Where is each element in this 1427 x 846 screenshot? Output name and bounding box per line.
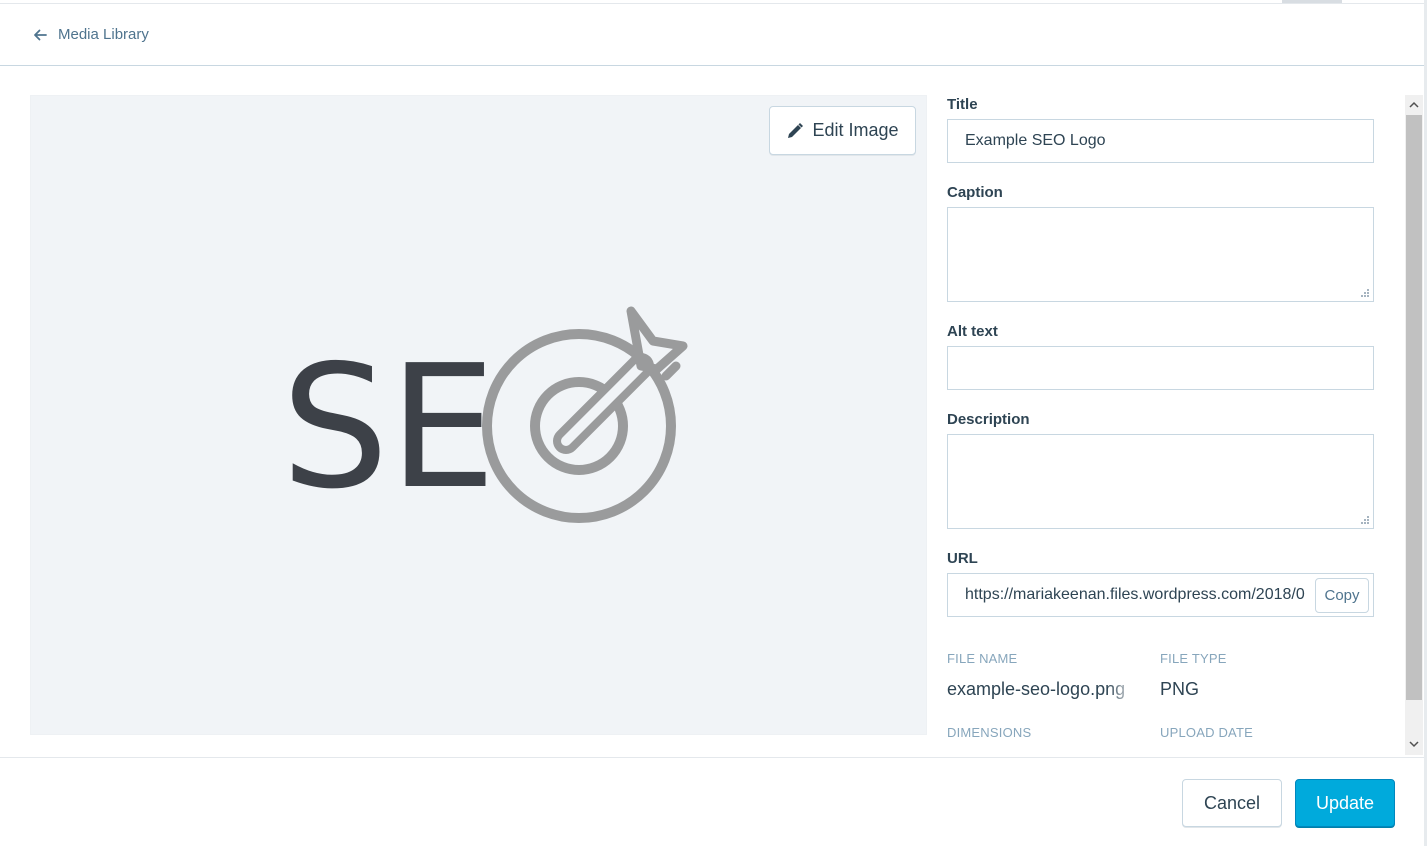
resize-grip-icon[interactable] [1359, 514, 1369, 524]
url-value: https://mariakeenan.files.wordpress.com/… [965, 586, 1305, 603]
seo-logo-image: SE [281, 306, 688, 527]
arrow-left-icon [34, 29, 47, 40]
title-label: Title [947, 96, 978, 113]
scroll-up-button[interactable] [1405, 96, 1423, 114]
edit-image-button[interactable]: Edit Image [769, 106, 916, 155]
file-type-value: PNG [1160, 679, 1200, 699]
pencil-icon [788, 122, 804, 138]
back-to-media-library-link[interactable]: Media Library [32, 26, 149, 43]
alt-text-input[interactable] [947, 346, 1374, 390]
title-input-value: Example SEO Logo [965, 132, 1106, 149]
chevron-down-icon [1409, 741, 1419, 748]
update-button[interactable]: Update [1295, 779, 1395, 827]
chevron-up-icon [1409, 101, 1419, 108]
alt-text-label: Alt text [947, 323, 998, 340]
target-arrow-icon [482, 306, 688, 523]
caption-textarea[interactable] [947, 207, 1374, 302]
description-label: Description [947, 411, 1030, 428]
caption-label: Caption [947, 184, 1003, 201]
details-form: Title Example SEO Logo Caption Alt text … [947, 95, 1375, 755]
copy-url-button[interactable]: Copy [1315, 578, 1369, 613]
scroll-thumb[interactable] [1406, 115, 1422, 700]
title-input[interactable]: Example SEO Logo [947, 119, 1374, 163]
image-preview: Edit Image SE [30, 95, 927, 735]
dimensions-label: DIMENSIONS [947, 725, 1032, 740]
cancel-button[interactable]: Cancel [1182, 779, 1282, 827]
resize-grip-icon[interactable] [1359, 287, 1369, 297]
url-label: URL [947, 550, 978, 567]
file-name-fade [1107, 673, 1137, 703]
details-scrollbar[interactable] [1405, 95, 1423, 755]
header: Media Library [0, 4, 1424, 66]
back-link-label: Media Library [58, 26, 149, 43]
description-textarea[interactable] [947, 434, 1374, 529]
footer-bar: Cancel Update [0, 757, 1424, 846]
file-type-label: FILE TYPE [1160, 651, 1227, 666]
file-name-label: FILE NAME [947, 651, 1018, 666]
top-edge-tab [1282, 0, 1342, 3]
edit-image-label: Edit Image [812, 120, 899, 140]
upload-date-label: UPLOAD DATE [1160, 725, 1253, 740]
logo-text: SE [281, 329, 496, 527]
scroll-down-button[interactable] [1405, 735, 1423, 753]
url-field[interactable]: https://mariakeenan.files.wordpress.com/… [947, 573, 1374, 617]
